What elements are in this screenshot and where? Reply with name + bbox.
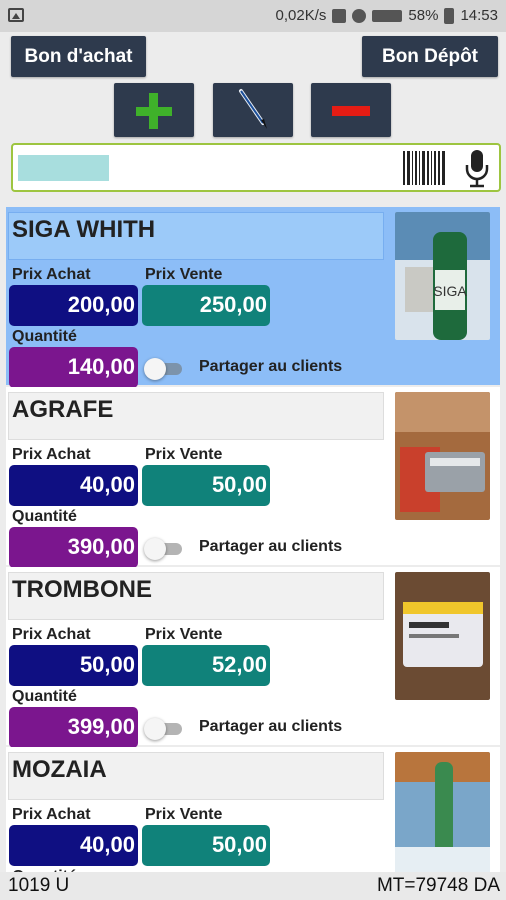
- add-button[interactable]: [114, 83, 194, 137]
- edit-button[interactable]: [213, 83, 293, 137]
- quantite-label: Quantité: [12, 688, 77, 705]
- product-name: AGRAFE: [8, 392, 384, 440]
- prix-achat-value[interactable]: 200,00: [9, 285, 138, 326]
- prix-achat-value[interactable]: 50,00: [9, 645, 138, 686]
- barcode-icon[interactable]: [403, 151, 445, 185]
- product-name: MOZAIA: [8, 752, 384, 800]
- product-name: SIGA WHITH: [8, 212, 384, 260]
- total-amount: MT=79748 DA: [376, 875, 500, 896]
- status-bar: 0,02K/s 58% 14:53: [0, 0, 506, 32]
- units-count: 1019 U: [8, 875, 70, 896]
- network-speed: 0,02K/s: [275, 7, 327, 24]
- prix-achat-label: Prix Achat: [12, 266, 91, 283]
- share-toggle[interactable]: [144, 358, 184, 380]
- share-toggle[interactable]: [144, 718, 184, 740]
- prix-achat-label: Prix Achat: [12, 446, 91, 463]
- quantite-value[interactable]: 399,00: [9, 707, 138, 748]
- product-card[interactable]: SIGA WHITH Prix Achat Prix Vente 200,00 …: [6, 207, 500, 388]
- share-label: Partager au clients: [199, 538, 343, 555]
- quantite-value[interactable]: 390,00: [9, 527, 138, 568]
- product-name: TROMBONE: [8, 572, 384, 620]
- delete-button[interactable]: [311, 83, 391, 137]
- mute-icon: [332, 8, 347, 23]
- search-input-selection[interactable]: [18, 155, 109, 181]
- quantite-value[interactable]: 140,00: [9, 347, 138, 388]
- bon-depot-button[interactable]: Bon Dépôt: [362, 36, 498, 77]
- product-photo: [395, 392, 490, 520]
- prix-achat-label: Prix Achat: [12, 806, 91, 823]
- pen-icon: [239, 89, 267, 129]
- product-photo: SIGA: [395, 212, 490, 340]
- product-card[interactable]: TROMBONE Prix Achat Prix Vente 50,00 52,…: [6, 567, 500, 748]
- battery-percent: 58%: [408, 7, 439, 24]
- product-photo: [395, 572, 490, 700]
- quantite-label: Quantité: [12, 508, 77, 525]
- product-photo: [395, 752, 490, 872]
- signal-icon: [372, 9, 403, 22]
- product-card[interactable]: MOZAIA Prix Achat Prix Vente 40,00 50,00…: [6, 747, 500, 872]
- prix-achat-value[interactable]: 40,00: [9, 465, 138, 506]
- prix-vente-label: Prix Vente: [145, 266, 223, 283]
- prix-vente-label: Prix Vente: [145, 806, 223, 823]
- prix-vente-value[interactable]: 250,00: [142, 285, 270, 326]
- clock: 14:53: [460, 7, 498, 24]
- bon-achat-button[interactable]: Bon d'achat: [11, 36, 146, 77]
- product-list[interactable]: SIGA WHITH Prix Achat Prix Vente 200,00 …: [0, 202, 506, 872]
- microphone-icon[interactable]: [462, 149, 492, 189]
- minus-icon: [332, 106, 370, 116]
- prix-vente-value[interactable]: 50,00: [142, 825, 270, 866]
- share-toggle[interactable]: [144, 538, 184, 560]
- prix-achat-label: Prix Achat: [12, 626, 91, 643]
- svg-text:SIGA: SIGA: [433, 283, 467, 299]
- quantite-label: Quantité: [12, 328, 77, 345]
- prix-achat-value[interactable]: 40,00: [9, 825, 138, 866]
- product-card[interactable]: AGRAFE Prix Achat Prix Vente 40,00 50,00…: [6, 387, 500, 568]
- image-icon: [8, 8, 24, 22]
- status-right: 0,02K/s 58% 14:53: [276, 7, 498, 24]
- prix-vente-value[interactable]: 50,00: [142, 465, 270, 506]
- share-label: Partager au clients: [199, 718, 343, 735]
- battery-icon: [444, 7, 455, 24]
- search-field[interactable]: [11, 143, 501, 192]
- alarm-icon: [352, 8, 367, 23]
- footer-bar: 1019 U MT=79748 DA: [0, 872, 506, 900]
- prix-vente-value[interactable]: 52,00: [142, 645, 270, 686]
- prix-vente-label: Prix Vente: [145, 446, 223, 463]
- share-label: Partager au clients: [199, 358, 343, 375]
- prix-vente-label: Prix Vente: [145, 626, 223, 643]
